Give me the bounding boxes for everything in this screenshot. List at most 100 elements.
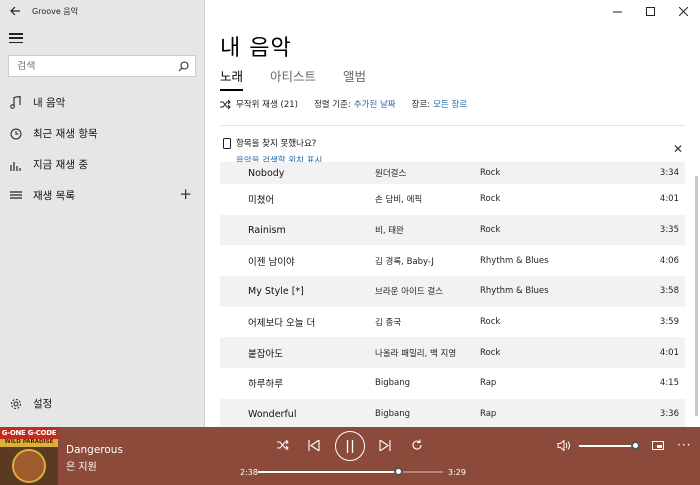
- music-note-icon: [9, 96, 23, 110]
- app-title: Groove 음악: [32, 6, 79, 16]
- tab-albums[interactable]: 앨범: [343, 66, 366, 91]
- song-artist: 비, 태완: [375, 226, 404, 237]
- song-title: Wonderful: [248, 408, 297, 420]
- sidebar-item-label: 지금 재생 중: [33, 159, 88, 171]
- search-input[interactable]: [17, 60, 178, 72]
- close-icon[interactable]: ✕: [673, 142, 683, 156]
- main-content: 내 음악 노래 아티스트 앨범 무작위 재생 (21) 정렬 기준: 추가된 날…: [205, 0, 700, 427]
- sidebar: Groove 음악 내 음악 최근 재생 항목 지금 재생 중 재생 목록 + …: [0, 0, 205, 427]
- sidebar-item-now-playing[interactable]: 지금 재생 중: [0, 149, 204, 180]
- settings-section: 설정: [0, 388, 204, 419]
- miniplayer-icon: [652, 441, 664, 450]
- genre-dropdown[interactable]: 모든 장르: [433, 98, 467, 110]
- hamburger-menu-icon[interactable]: [9, 31, 23, 45]
- minimize-button[interactable]: [601, 0, 634, 22]
- song-artist: 김 경록, Baby-J: [375, 256, 434, 267]
- sidebar-item-label: 재생 목록: [33, 190, 75, 202]
- divider: [220, 125, 685, 126]
- song-artist: Bigbang: [375, 409, 410, 420]
- song-duration: 4:06: [659, 255, 679, 266]
- table-row[interactable]: Wonderful Bigbang Rap 3:36: [220, 398, 685, 427]
- previous-button[interactable]: [308, 440, 320, 451]
- song-duration: 4:15: [659, 378, 679, 389]
- now-playing-title[interactable]: Dangerous: [66, 444, 123, 456]
- sidebar-item-my-music[interactable]: 내 음악: [0, 87, 204, 118]
- song-genre: Rap: [480, 378, 497, 389]
- shuffle-button[interactable]: [277, 440, 289, 450]
- album-art[interactable]: G-ONE G-CODE WILD PARADISE: [0, 427, 58, 485]
- song-genre: Rock: [480, 317, 501, 328]
- scrollbar[interactable]: [695, 176, 698, 416]
- seek-progress: [258, 471, 399, 473]
- song-artist: 손 담비, 에픽: [375, 195, 423, 206]
- pause-button[interactable]: [335, 431, 365, 461]
- search-box[interactable]: [8, 55, 196, 77]
- table-row[interactable]: 하루하루 Bigbang Rap 4:15: [220, 368, 685, 399]
- song-artist: 원더걸스: [375, 169, 407, 179]
- miniplayer-button[interactable]: [652, 441, 664, 450]
- song-duration: 3:36: [659, 409, 679, 420]
- table-row[interactable]: My Style [*] 브라운 아이드 걸스 Rhythm & Blues 3…: [220, 276, 685, 307]
- song-artist: 나올라 패밀리, 백 지영: [375, 348, 457, 359]
- back-button[interactable]: [0, 0, 30, 22]
- notice-title: 항목을 찾지 못했나요?: [236, 139, 317, 149]
- next-icon: [379, 440, 391, 451]
- song-duration: 4:01: [659, 194, 679, 205]
- back-arrow-icon: [9, 6, 20, 16]
- sidebar-item-playlists[interactable]: 재생 목록 +: [0, 180, 204, 211]
- song-artist: 김 종국: [375, 318, 402, 329]
- song-genre: Rock: [480, 225, 501, 236]
- sidebar-item-recent[interactable]: 최근 재생 항목: [0, 118, 204, 149]
- song-artist: Bigbang: [375, 378, 410, 389]
- table-row[interactable]: 붙잡아도 나올라 패밀리, 백 지영 Rock 4:01: [220, 337, 685, 369]
- album-art-subtitle: WILD PARADISE: [0, 439, 58, 447]
- volume-slider[interactable]: [579, 441, 640, 450]
- tab-artists[interactable]: 아티스트: [270, 66, 316, 91]
- volume-handle[interactable]: [631, 441, 640, 450]
- next-button[interactable]: [379, 440, 391, 451]
- close-icon: [679, 6, 688, 16]
- song-duration: 4:01: [659, 347, 679, 358]
- song-title: 하루하루: [248, 379, 283, 391]
- sort-label: 정렬 기준:: [313, 100, 351, 110]
- clock-icon: [9, 127, 23, 141]
- song-genre: Rhythm & Blues: [480, 255, 549, 266]
- table-row[interactable]: 어제보다 오늘 더 김 종국 Rock 3:59: [220, 307, 685, 338]
- sidebar-item-settings[interactable]: 설정: [0, 388, 204, 419]
- maximize-button[interactable]: [634, 0, 667, 22]
- page-title: 내 음악: [220, 36, 292, 61]
- song-title: 이젠 남이야: [248, 256, 295, 268]
- search-icon[interactable]: [178, 60, 189, 72]
- close-window-button[interactable]: [667, 0, 700, 22]
- sort-dropdown[interactable]: 추가된 날짜: [354, 98, 396, 110]
- shuffle-all-button[interactable]: 무작위 재생 (21): [236, 98, 298, 110]
- song-duration: 3:34: [659, 168, 679, 178]
- shuffle-icon: [220, 99, 231, 109]
- table-row[interactable]: Rainism 비, 태완 Rock 3:35: [220, 214, 685, 246]
- pause-icon: [346, 439, 354, 453]
- volume-button[interactable]: [557, 440, 570, 451]
- sidebar-item-label: 내 음악: [33, 97, 66, 109]
- add-playlist-button[interactable]: +: [179, 187, 192, 202]
- repeat-button[interactable]: [411, 439, 423, 451]
- seek-slider[interactable]: [258, 467, 443, 476]
- table-row[interactable]: 미쳤어 손 담비, 에픽 Rock 4:01: [220, 184, 685, 215]
- song-genre: Rhythm & Blues: [480, 286, 549, 297]
- song-toolbar: 무작위 재생 (21) 정렬 기준: 추가된 날짜 장르: 모든 장르: [220, 98, 467, 110]
- now-playing-bar: G-ONE G-CODE WILD PARADISE Dangerous 은 지…: [0, 427, 700, 485]
- song-duration: 3:35: [659, 225, 679, 236]
- more-options-icon[interactable]: ···: [677, 438, 691, 452]
- song-list: Nobody 원더걸스 Rock 3:34 미쳤어 손 담비, 에픽 Rock …: [220, 162, 685, 427]
- sidebar-nav: 내 음악 최근 재생 항목 지금 재생 중 재생 목록 +: [0, 87, 204, 211]
- gear-icon: [9, 397, 23, 411]
- tab-songs[interactable]: 노래: [220, 66, 244, 91]
- table-row[interactable]: Nobody 원더걸스 Rock 3:34: [220, 162, 685, 184]
- total-time: 3:29: [448, 468, 466, 477]
- playlist-icon: [9, 189, 23, 203]
- song-duration: 3:58: [659, 286, 679, 297]
- equalizer-icon: [9, 158, 23, 172]
- title-bar: Groove 음악: [0, 0, 204, 22]
- seek-handle[interactable]: [393, 467, 403, 476]
- now-playing-artist[interactable]: 은 지원: [66, 458, 97, 473]
- table-row[interactable]: 이젠 남이야 김 경록, Baby-J Rhythm & Blues 4:06: [220, 245, 685, 276]
